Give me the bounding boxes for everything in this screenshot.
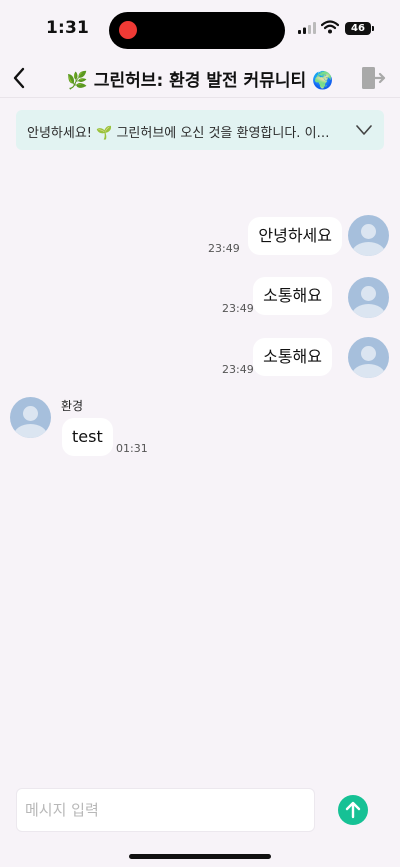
message-time: 23:49 — [222, 363, 254, 376]
message-bubble: test — [62, 418, 113, 456]
notice-text: 안녕하세요! 🌱 그린허브에 오신 것을 환영합니다. 이… — [27, 126, 330, 141]
message-bubble: 소통해요 — [253, 277, 332, 315]
avatar[interactable] — [10, 397, 51, 438]
wifi-icon — [321, 20, 339, 34]
home-indicator — [129, 854, 271, 859]
status-time: 1:31 — [46, 18, 90, 38]
send-button[interactable] — [338, 795, 368, 825]
arrow-up-icon — [345, 801, 361, 819]
message-time: 01:31 — [116, 442, 148, 455]
message-time: 23:49 — [222, 302, 254, 315]
avatar[interactable] — [348, 215, 389, 256]
avatar[interactable] — [348, 277, 389, 318]
back-arrow-icon[interactable] — [8, 66, 32, 90]
avatar[interactable] — [348, 337, 389, 378]
recording-indicator-icon — [119, 21, 137, 39]
message-input[interactable] — [16, 788, 315, 832]
cellular-signal-icon — [298, 22, 316, 34]
exit-room-icon[interactable] — [360, 65, 386, 91]
message-bubble: 안녕하세요 — [248, 217, 342, 255]
message-time: 23:49 — [208, 242, 240, 255]
sender-name: 환경 — [61, 399, 84, 413]
message-bubble: 소통해요 — [253, 338, 332, 376]
battery-indicator: 46 — [345, 22, 374, 35]
status-bar: 1:31 46 — [0, 0, 400, 58]
chevron-down-icon[interactable] — [354, 120, 374, 140]
notice-banner[interactable]: 안녕하세요! 🌱 그린허브에 오신 것을 환영합니다. 이… — [16, 110, 384, 150]
nav-bar: 🌿 그린허브: 환경 발전 커뮤니티 🌍 — [0, 58, 400, 98]
chat-room-title: 🌿 그린허브: 환경 발전 커뮤니티 🌍 — [66, 71, 334, 91]
dynamic-island — [109, 12, 285, 49]
